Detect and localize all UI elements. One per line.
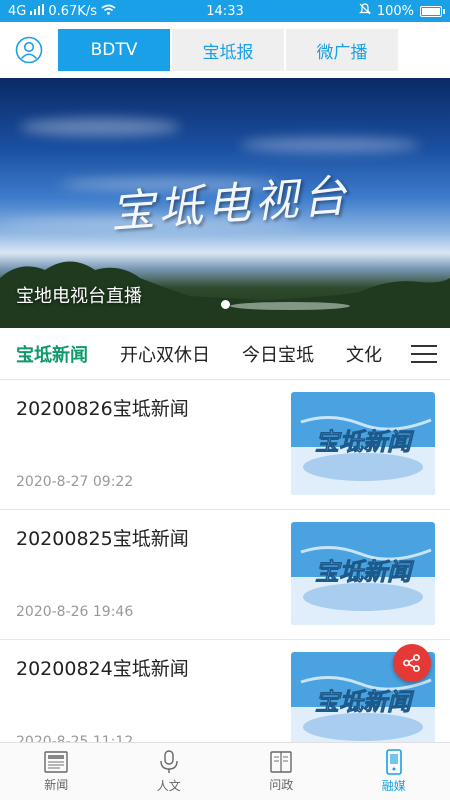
document-icon (270, 751, 292, 773)
news-date: 2020-8-26 19:46 (16, 604, 134, 620)
silent-bell-icon (358, 3, 371, 19)
category-happy-weekend[interactable]: 开心双休日 (104, 341, 226, 367)
share-button[interactable] (393, 644, 431, 682)
channel-tabs: BDTV 宝坻报 微广播 (58, 29, 398, 71)
banner-caption: 宝地电视台直播 (16, 286, 142, 307)
tab-baodi-newspaper[interactable]: 宝坻报 (172, 29, 284, 71)
news-item[interactable]: 20200826宝坻新闻 2020-8-27 09:22 宝坻新闻 (0, 380, 450, 510)
newspaper-icon (44, 751, 68, 773)
news-title: 20200826宝坻新闻 (16, 398, 189, 420)
category-today-baodi[interactable]: 今日宝坻 (226, 341, 330, 367)
nav-news[interactable]: 新闻 (0, 743, 113, 800)
category-baodi-news[interactable]: 宝坻新闻 (0, 341, 104, 367)
user-profile-button[interactable] (0, 22, 58, 78)
hamburger-menu-icon (411, 345, 437, 363)
bottom-nav: 新闻 人文 问政 融媒 (0, 742, 450, 800)
app-screen: 4G 0.67K/s 14:33 100% BDTV 宝坻报 微广播 宝坻电视台… (0, 0, 450, 800)
signal-icon (30, 3, 45, 19)
news-title: 20200824宝坻新闻 (16, 658, 189, 680)
news-item[interactable]: 20200825宝坻新闻 2020-8-26 19:46 宝坻新闻 (0, 510, 450, 640)
category-bar: 宝坻新闻 开心双休日 今日宝坻 文化 (0, 328, 450, 380)
thumbnail-text: 宝坻新闻 (315, 688, 415, 716)
network-label: 4G (8, 3, 27, 19)
news-thumbnail: 宝坻新闻 (291, 522, 435, 625)
news-title: 20200825宝坻新闻 (16, 528, 189, 550)
nav-humanities[interactable]: 人文 (113, 743, 226, 800)
share-icon (403, 654, 420, 672)
microphone-icon (160, 750, 178, 773)
network-speed: 0.67K/s (48, 3, 97, 19)
news-thumbnail: 宝坻新闻 (291, 392, 435, 495)
phone-icon (385, 749, 402, 775)
nav-label: 融媒 (381, 779, 406, 793)
nav-label: 新闻 (44, 778, 69, 792)
wifi-icon (101, 4, 116, 19)
news-date: 2020-8-25 11:12 (16, 734, 134, 742)
nav-media[interactable]: 融媒 (338, 743, 450, 800)
nav-label: 问政 (269, 778, 294, 792)
status-bar: 4G 0.67K/s 14:33 100% (0, 0, 450, 22)
clock: 14:33 (206, 3, 244, 19)
tab-micro-broadcast[interactable]: 微广播 (286, 29, 398, 71)
nav-label: 人文 (156, 779, 181, 793)
thumbnail-text: 宝坻新闻 (315, 558, 415, 586)
category-culture[interactable]: 文化 (330, 341, 398, 367)
thumbnail-text: 宝坻新闻 (315, 428, 415, 456)
user-icon (15, 36, 43, 64)
tab-bdtv[interactable]: BDTV (58, 29, 170, 71)
nav-politics[interactable]: 问政 (225, 743, 338, 800)
carousel-indicator (221, 300, 230, 309)
news-list: 20200826宝坻新闻 2020-8-27 09:22 宝坻新闻 202008… (0, 380, 450, 742)
news-item[interactable]: 20200824宝坻新闻 2020-8-25 11:12 宝坻新闻 (0, 640, 450, 742)
news-date: 2020-8-27 09:22 (16, 474, 134, 490)
top-header: BDTV 宝坻报 微广播 (0, 22, 450, 78)
category-menu-button[interactable] (398, 328, 450, 379)
banner-logo-text: 宝坻电视台 (108, 170, 352, 239)
battery-percent: 100% (376, 3, 414, 19)
live-banner[interactable]: 宝坻电视台 宝地电视台直播 (0, 78, 450, 328)
battery-icon (420, 5, 445, 17)
